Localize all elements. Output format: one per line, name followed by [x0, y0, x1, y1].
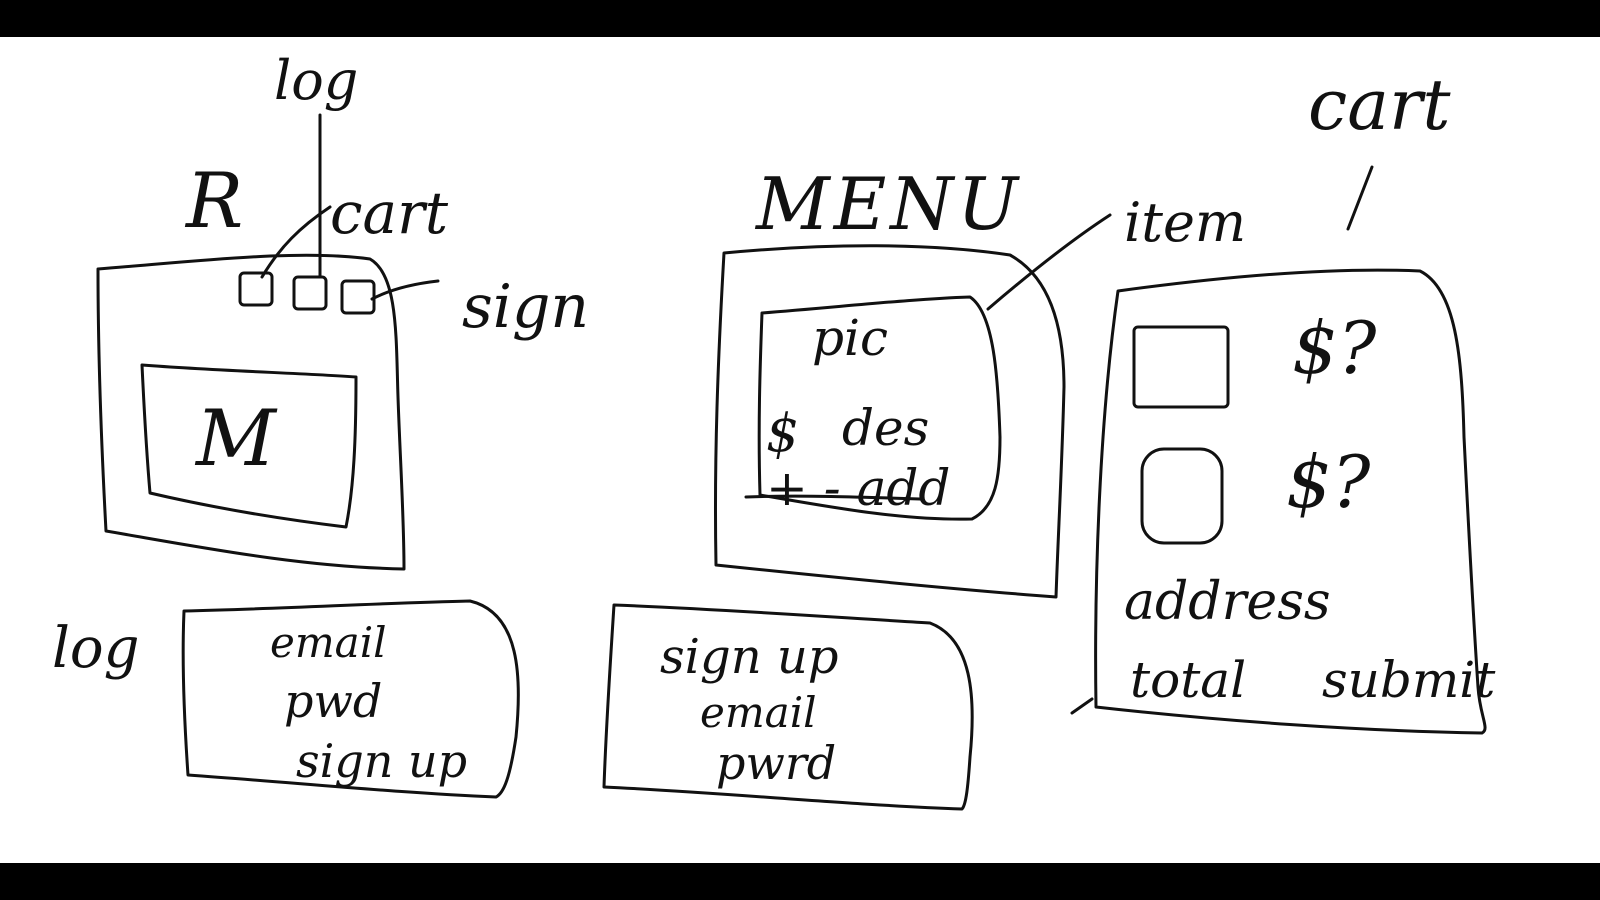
- cart-title: cart: [1308, 64, 1451, 146]
- address-label: address: [1124, 572, 1331, 632]
- wireframe-sketch: R cart log sign M MENU item pic $ des + …: [52, 49, 1496, 811]
- home-sign-label: sign: [462, 272, 589, 342]
- signup-icon: [340, 279, 376, 315]
- whiteboard-canvas: R cart log sign M MENU item pic $ des + …: [0, 37, 1600, 863]
- signup-password-label: pwrd: [716, 736, 836, 790]
- signup-title: sign up: [660, 629, 839, 685]
- total-label: total: [1130, 651, 1246, 709]
- cart-item-1-thumbnail: [1132, 325, 1230, 409]
- item-callout-label: item: [1124, 191, 1246, 254]
- cart-item-2-thumbnail: [1140, 447, 1224, 545]
- cart-frame-bottom-tick: [1070, 697, 1094, 715]
- signup-email-label: email: [700, 688, 817, 737]
- login-side-label: log: [52, 616, 139, 681]
- cart-title-callout: [1346, 165, 1374, 231]
- item-pic-label: pic: [812, 309, 888, 367]
- video-frame: R cart log sign M MENU item pic $ des + …: [0, 0, 1600, 900]
- submit-button-label: submit: [1322, 651, 1496, 709]
- menu-title: MENU: [754, 162, 1022, 246]
- login-icon: [238, 271, 274, 307]
- home-log-label: log: [274, 49, 358, 112]
- login-email-label: email: [270, 618, 387, 667]
- cart-icon: [292, 275, 328, 311]
- cart-item-2-price: $?: [1286, 440, 1371, 524]
- home-wireframe: R cart log sign M: [96, 49, 589, 571]
- login-wireframe: log email pwd sign up: [52, 599, 520, 799]
- login-signup-link: sign up: [296, 734, 467, 788]
- hero-label: M: [194, 394, 278, 484]
- signup-wireframe: sign up email pwrd: [602, 603, 974, 811]
- sign-callout-line: [370, 279, 440, 301]
- cart-wireframe: cart $? $? address total submit: [1070, 64, 1496, 735]
- item-price-label: $: [766, 404, 799, 464]
- home-cart-label: cart: [330, 179, 449, 247]
- logo-label: R: [184, 156, 243, 245]
- menu-wireframe: MENU item pic $ des + - add: [713, 162, 1246, 599]
- login-password-label: pwd: [284, 674, 382, 728]
- item-desc-label: des: [842, 399, 929, 457]
- item-controls-label: + - add: [766, 459, 950, 517]
- cart-item-1-price: $?: [1292, 306, 1377, 390]
